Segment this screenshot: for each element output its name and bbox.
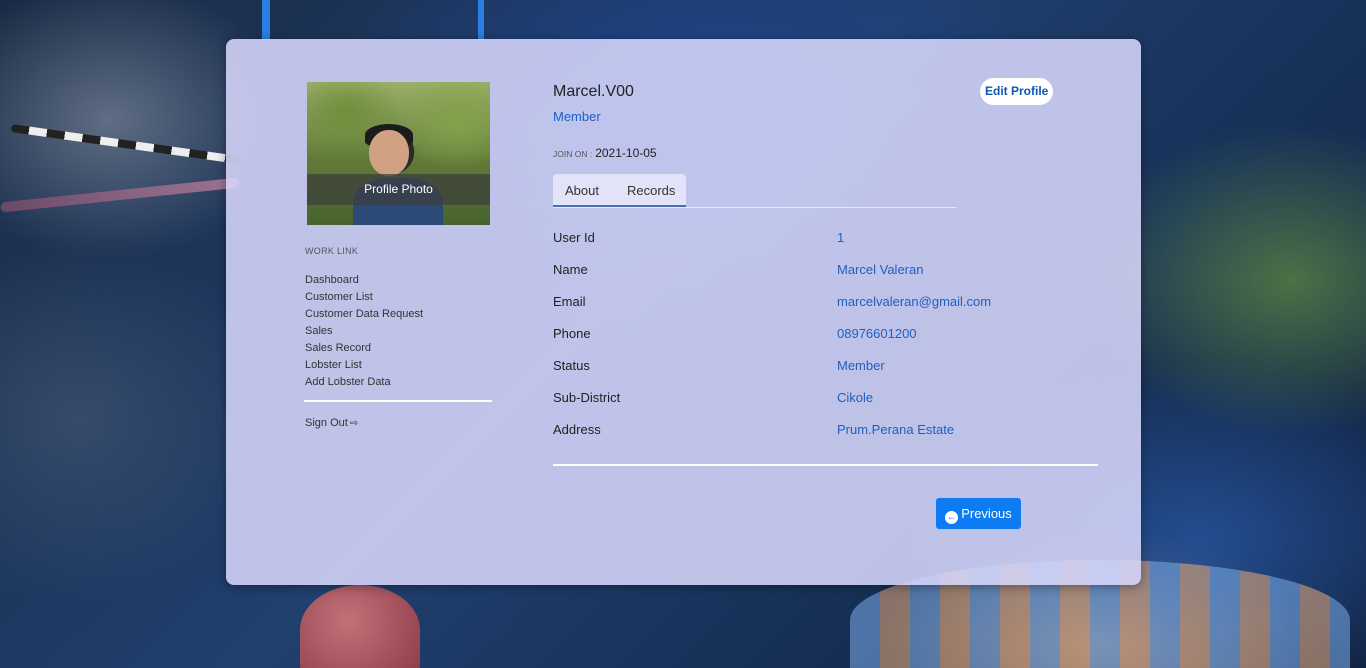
tab-about[interactable]: About [565, 174, 599, 207]
menu-item-sales-record[interactable]: Sales Record [305, 340, 423, 357]
join-date: JOIN ON :2021-10-05 [553, 146, 657, 160]
info-value: Member [837, 358, 885, 373]
profile-photo-caption[interactable]: Profile Photo [307, 174, 490, 205]
content-divider [553, 464, 1098, 466]
background-decoration [10, 124, 240, 164]
edit-profile-button[interactable]: Edit Profile [980, 78, 1054, 105]
background-decoration [300, 585, 420, 668]
sign-out-link[interactable]: Sign Out ⇨ [305, 417, 358, 429]
profile-tabs: About Records [553, 174, 956, 208]
join-date-value: 2021-10-05 [595, 146, 657, 160]
menu-item-add-lobster-data[interactable]: Add Lobster Data [305, 374, 423, 391]
background-decoration [262, 0, 270, 40]
info-value: 08976601200 [837, 326, 917, 341]
info-label: Email [553, 294, 586, 309]
previous-button[interactable]: ← Previous [936, 498, 1021, 529]
info-label: Status [553, 358, 590, 373]
info-value: Prum.Perana Estate [837, 422, 955, 437]
info-label: Address [553, 422, 601, 437]
profile-username: Marcel.V00 [553, 83, 634, 100]
info-row-email: Email marcelvaleran@gmail.com [553, 294, 1113, 314]
info-row-sub-district: Sub-District Cikole [553, 390, 1113, 410]
arrow-circle-left-icon: ← [945, 511, 959, 524]
menu-item-customer-list[interactable]: Customer List [305, 289, 423, 306]
info-value: marcelvaleran@gmail.com [837, 294, 992, 309]
background-decoration [478, 0, 484, 40]
info-row-name: Name Marcel Valeran [553, 262, 1113, 282]
photo-face [369, 130, 409, 176]
tab-records[interactable]: Records [627, 174, 675, 207]
info-row-status: Status Member [553, 358, 1113, 378]
profile-role: Member [553, 109, 601, 124]
info-row-user-id: User Id 1 [553, 230, 1113, 250]
menu-item-dashboard[interactable]: Dashboard [305, 272, 423, 289]
info-label: Sub-District [553, 390, 621, 405]
work-link-title: WORK LINK [305, 246, 359, 256]
join-date-label: JOIN ON : [553, 149, 593, 159]
menu-item-customer-data-request[interactable]: Customer Data Request [305, 306, 423, 323]
info-label: Phone [553, 326, 591, 341]
work-link-menu: Dashboard Customer List Customer Data Re… [305, 272, 423, 391]
background-decoration [0, 177, 240, 213]
sign-out-label: Sign Out [305, 417, 348, 429]
info-row-address: Address Prum.Perana Estate [553, 422, 1113, 442]
info-row-phone: Phone 08976601200 [553, 326, 1113, 346]
info-value: Cikole [837, 390, 874, 405]
profile-card: Profile Photo WORK LINK Dashboard Custom… [226, 39, 1141, 585]
info-label: Name [553, 262, 588, 277]
info-label: User Id [553, 230, 595, 245]
menu-item-lobster-list[interactable]: Lobster List [305, 357, 423, 374]
info-value: 1 [837, 230, 845, 245]
menu-item-sales[interactable]: Sales [305, 323, 423, 340]
info-value: Marcel Valeran [837, 262, 924, 277]
sidebar-divider [304, 400, 492, 402]
previous-label: Previous [961, 506, 1012, 521]
profile-photo[interactable]: Profile Photo [307, 82, 490, 225]
sign-out-icon: ⇨ [349, 418, 359, 429]
